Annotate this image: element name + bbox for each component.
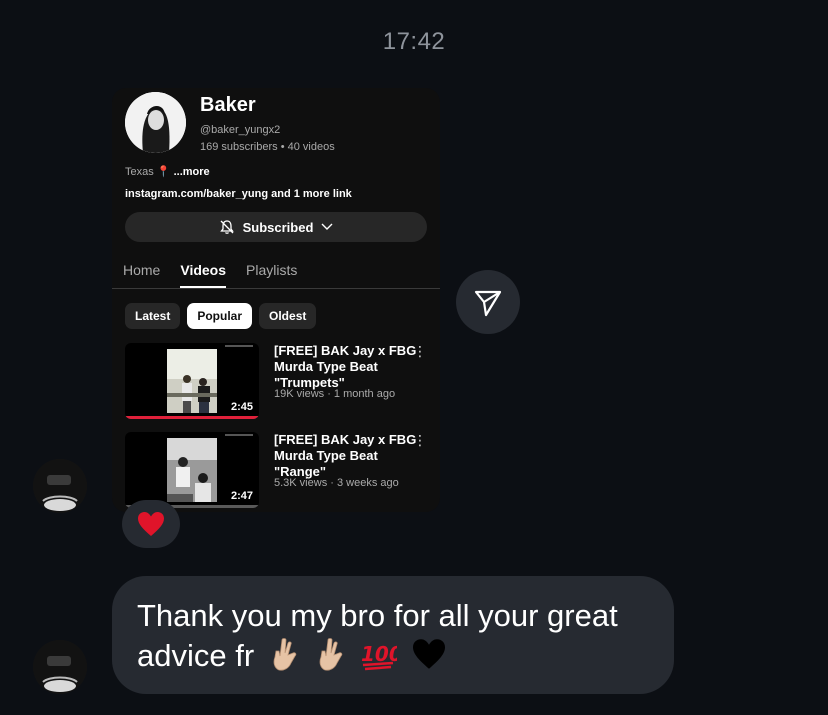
tab-videos[interactable]: Videos	[180, 262, 227, 288]
tab-divider	[112, 288, 440, 289]
video-thumbnail[interactable]: 2:45	[125, 343, 259, 419]
message-timestamp: 17:42	[382, 28, 446, 55]
channel-links[interactable]: instagram.com/baker_yung and 1 more link	[125, 188, 352, 200]
shared-channel-card[interactable]: Baker @baker_yungx2 169 subscribers • 40…	[112, 88, 440, 512]
sender-avatar[interactable]	[33, 459, 87, 513]
red-heart-icon	[138, 512, 164, 536]
video-title[interactable]: [FREE] BAK Jay x FBG Murda Type Beat "Tr…	[274, 343, 419, 391]
channel-handle: @baker_yungx2	[200, 124, 281, 136]
crossed-fingers-icon	[273, 638, 297, 671]
sender-avatar[interactable]	[33, 640, 87, 694]
chip-popular[interactable]: Popular	[187, 303, 253, 329]
message-bubble[interactable]: Thank you my bro for all your great advi…	[112, 576, 674, 694]
watch-progress-bar	[125, 416, 259, 419]
chip-oldest[interactable]: Oldest	[259, 303, 317, 329]
paper-plane-icon	[474, 290, 502, 317]
share-button[interactable]	[456, 270, 520, 334]
video-title[interactable]: [FREE] BAK Jay x FBG Murda Type Beat "Ra…	[274, 432, 419, 480]
more-vertical-icon[interactable]: ⋮	[413, 343, 427, 360]
channel-stats: 169 subscribers • 40 videos	[200, 141, 335, 153]
reaction-bubble[interactable]	[122, 500, 180, 548]
sort-chips: Latest Popular Oldest	[125, 303, 317, 329]
tab-home[interactable]: Home	[123, 262, 160, 288]
video-meta: 19K views · 1 month ago	[274, 388, 396, 400]
chip-latest[interactable]: Latest	[125, 303, 181, 329]
channel-location: Texas 📍 ...more	[125, 165, 210, 178]
video-meta: 5.3K views · 3 weeks ago	[274, 477, 399, 489]
hundred-points-icon: 100	[361, 642, 397, 671]
video-duration: 2:45	[230, 401, 253, 413]
more-vertical-icon[interactable]: ⋮	[413, 432, 427, 449]
thumbnail-caption	[225, 345, 253, 347]
thumbnail-image	[167, 438, 217, 502]
video-thumbnail[interactable]: 2:47	[125, 432, 259, 508]
location-text: Texas	[125, 166, 154, 178]
black-heart-icon	[413, 639, 445, 669]
chevron-down-icon	[321, 223, 333, 230]
tab-playlists[interactable]: Playlists	[246, 262, 297, 288]
video-duration: 2:47	[230, 490, 253, 502]
video-item[interactable]: 2:45 [FREE] BAK Jay x FBG Murda Type Bea…	[125, 343, 435, 421]
thumbnail-caption	[225, 434, 253, 436]
video-item[interactable]: 2:47 [FREE] BAK Jay x FBG Murda Type Bea…	[125, 432, 435, 510]
bell-off-icon	[219, 220, 234, 234]
thumbnail-image	[167, 349, 217, 413]
subscribed-button[interactable]: Subscribed	[125, 212, 427, 242]
channel-name: Baker	[200, 94, 256, 116]
crossed-fingers-icon	[319, 638, 343, 671]
message-emojis: 100	[269, 637, 447, 671]
channel-avatar	[125, 92, 186, 153]
channel-tabs: Home Videos Playlists	[123, 262, 297, 288]
pin-icon: 📍	[156, 166, 171, 178]
subscribed-label: Subscribed	[242, 219, 314, 235]
more-link[interactable]: ...more	[174, 166, 210, 178]
